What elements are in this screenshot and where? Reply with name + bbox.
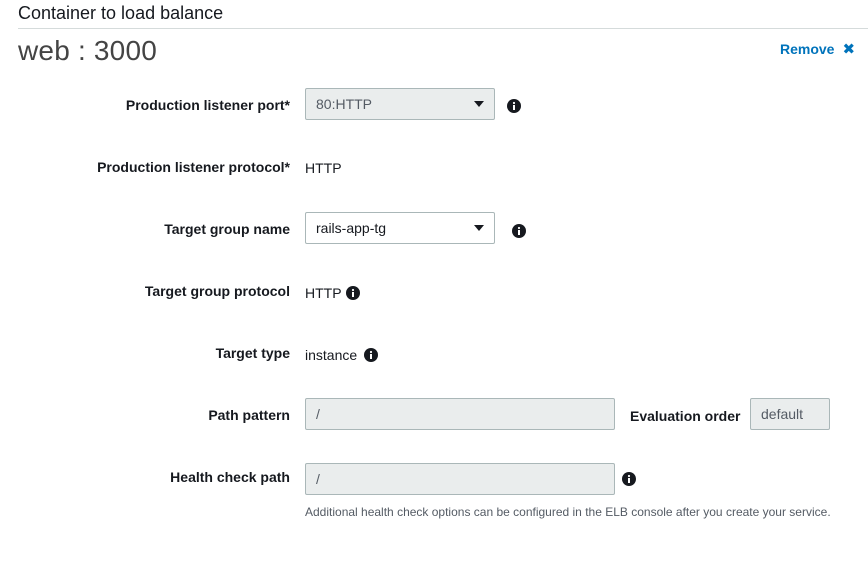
evaluation-order-value: default: [761, 406, 804, 422]
evaluation-order-input: default: [750, 398, 830, 430]
info-icon[interactable]: [622, 472, 636, 486]
chevron-down-icon: [474, 101, 484, 107]
remove-button[interactable]: Remove ✖: [780, 40, 855, 58]
health-check-hint: Additional health check options can be c…: [305, 505, 831, 519]
target-group-protocol-value: HTTP: [305, 285, 342, 301]
target-group-name-value: rails-app-tg: [316, 220, 387, 236]
target-group-name-label: Target group name: [164, 221, 290, 237]
target-group-protocol-label: Target group protocol: [144, 283, 290, 299]
health-check-path-value: /: [316, 471, 320, 487]
section-divider: [18, 28, 868, 29]
path-pattern-value: /: [316, 406, 320, 422]
health-check-path-label: Health check path: [170, 469, 290, 485]
remove-button-label: Remove: [780, 41, 835, 57]
listener-port-value: 80:HTTP: [316, 96, 373, 112]
path-pattern-input: /: [305, 398, 615, 430]
info-icon[interactable]: [512, 224, 526, 238]
target-type-value: instance: [305, 347, 358, 363]
info-icon[interactable]: [346, 286, 360, 300]
chevron-down-icon: [474, 225, 484, 231]
health-check-path-input: /: [305, 463, 615, 495]
path-pattern-label: Path pattern: [208, 407, 290, 423]
target-group-name-select[interactable]: rails-app-tg: [305, 212, 495, 244]
section-title: Container to load balance: [18, 3, 224, 23]
close-icon: ✖: [842, 41, 856, 58]
listener-port-label: Production listener port*: [125, 97, 290, 113]
listener-protocol-label: Production listener protocol*: [97, 159, 290, 175]
container-title: web : 3000: [18, 35, 157, 66]
target-type-label: Target type: [215, 345, 290, 361]
info-icon[interactable]: [507, 99, 521, 113]
listener-port-select: 80:HTTP: [305, 88, 495, 120]
info-icon[interactable]: [364, 348, 378, 362]
listener-protocol-value: HTTP: [305, 160, 342, 176]
evaluation-order-label: Evaluation order: [630, 408, 741, 424]
